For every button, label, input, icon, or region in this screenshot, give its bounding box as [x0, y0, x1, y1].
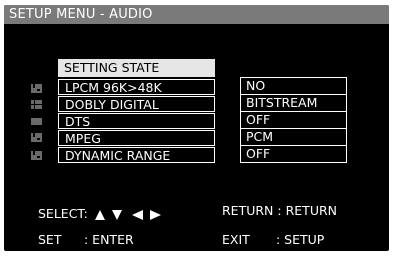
menu-item-dynamic-range[interactable]: DYNAMIC RANGE — [58, 147, 215, 163]
up-arrow-icon — [94, 209, 105, 220]
return-hint: RETURN : RETURN — [222, 203, 337, 219]
exit-key: EXIT — [222, 232, 250, 247]
select-label: SELECT: — [38, 206, 88, 221]
left-arrow-icon — [131, 209, 143, 220]
menu-item-mpeg[interactable]: MPEG — [58, 130, 215, 146]
set-action: : ENTER — [84, 232, 134, 247]
return-key: RETURN — [222, 203, 274, 218]
return-action: RETURN — [285, 203, 337, 218]
menu-item-dolby-digital[interactable]: DOBLY DIGITAL — [58, 96, 215, 112]
bar-icon — [31, 117, 42, 126]
set-key: SET — [38, 232, 62, 247]
window-title: SETUP MENU - AUDIO — [4, 5, 389, 24]
value-dolby-digital[interactable]: BITSTREAM — [240, 94, 347, 112]
speaker-icon — [31, 133, 42, 142]
right-arrow-icon — [149, 209, 161, 220]
speaker-icon — [31, 84, 42, 93]
menu-item-dts[interactable]: DTS — [58, 113, 215, 129]
select-hint: SELECT: — [38, 206, 161, 222]
value-mpeg[interactable]: PCM — [240, 128, 347, 146]
value-lpcm[interactable]: NO — [240, 77, 347, 95]
speaker-icon — [31, 151, 42, 160]
menu-item-lpcm[interactable]: LPCM 96K>48K — [58, 79, 215, 95]
osd-screen: SETUP MENU - AUDIO SETTING STATE LPCM 96… — [4, 5, 389, 251]
grid-icon — [31, 100, 42, 109]
down-arrow-icon — [111, 209, 122, 220]
value-dts[interactable]: OFF — [240, 111, 347, 129]
return-separator: : — [277, 203, 282, 218]
exit-action: : SETUP — [276, 232, 325, 247]
menu-header-setting-state: SETTING STATE — [58, 59, 215, 77]
value-dynamic-range[interactable]: OFF — [240, 145, 347, 163]
